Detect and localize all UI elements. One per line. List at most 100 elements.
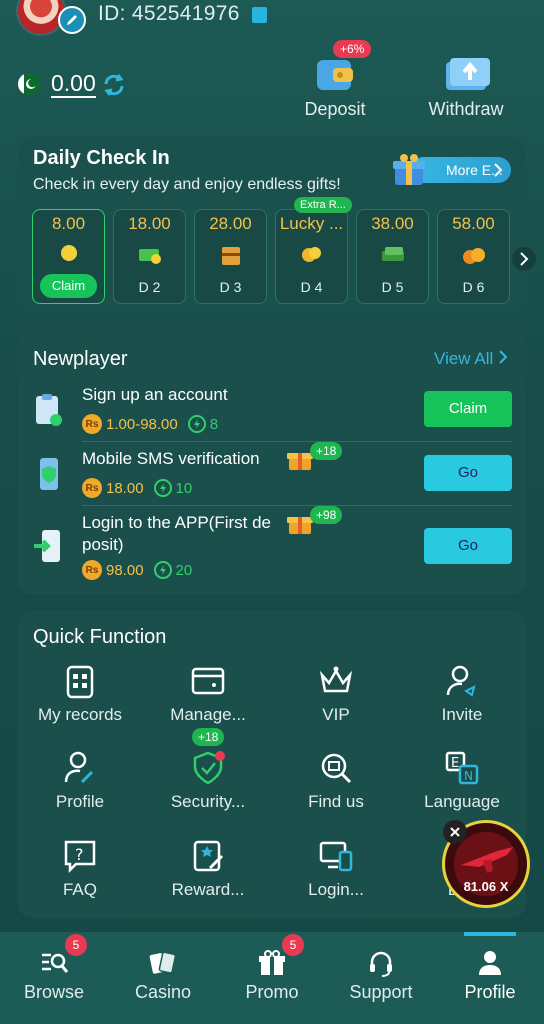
user-id: ID: 452541976 [98,2,240,25]
bonus-badge: +18 [192,728,225,746]
quick-label: Find us [308,792,364,811]
nav-label: Support [349,982,413,1002]
go-login-app-button[interactable]: Go [424,528,512,564]
task-title: Mobile SMS verification [82,449,260,468]
deposit-label: Deposit [304,99,366,119]
nav-badge: 5 [282,934,304,956]
clipboard-icon [36,394,62,426]
reward-cash: 18.00 [106,479,144,497]
quick-label: Profile [55,792,105,811]
active-tab-indicator [464,932,516,936]
chest-icon [221,247,240,265]
nav-browse[interactable]: Browse 5 [0,932,108,1024]
quick-my-records[interactable]: My records [20,663,140,743]
quick-vip[interactable]: VIP [276,663,396,743]
reward-points: 8 [209,415,219,433]
balance-amount[interactable]: 0.00 [51,70,96,98]
bonus-badge: +98 [310,506,343,524]
edit-avatar-icon[interactable] [58,6,86,34]
faq-icon: ? [64,840,96,874]
svg-text:E: E [451,756,459,771]
profile-icon [64,751,94,784]
quick-find-us[interactable]: Find us [276,750,396,830]
rupee-coin-icon: Rs [82,478,102,498]
newplayer-title: Newplayer [33,348,128,370]
quick-function-title: Quick Function [33,626,167,648]
day-amount: Lucky ... [279,214,344,233]
day-label: D 5 [381,279,404,295]
daily-checkin-card: Daily Check In Check in every day and en… [18,137,536,313]
bonus-badge: +18 [310,442,343,460]
withdraw-button[interactable]: Withdraw [411,44,521,124]
checkin-subtitle: Check in every day and enjoy endless gif… [33,176,341,193]
quick-faq[interactable]: ? FAQ [20,838,140,918]
quick-label: My records [37,705,123,724]
checkin-day-5[interactable]: 38.00 D 5 [356,209,429,304]
plane-icon [461,847,513,873]
bolt-icon [187,415,206,433]
quick-label: Reward... [171,880,245,899]
reward-points: 20 [175,561,193,579]
nav-label: Profile [464,982,516,1002]
gift-icon [393,154,425,185]
card-icon [191,667,225,695]
treasure-icon [462,248,485,264]
quick-reward[interactable]: Reward... [148,838,268,918]
day-amount: 8.00 [51,214,86,233]
quick-label: Language [424,792,500,811]
deposit-button[interactable]: Deposit [280,44,390,124]
rupee-coin-icon: Rs [82,560,102,580]
checkin-day-1[interactable]: 8.00 Claim [32,209,105,304]
nav-profile[interactable]: Profile [436,932,544,1024]
quick-invite[interactable]: Invite [402,663,522,743]
task-login-app: Login to the APP(First de posit) +98 Rs … [18,506,526,592]
nav-promo[interactable]: Promo 5 [218,932,326,1024]
shield-icon [193,751,225,785]
task-sms: Mobile SMS verification +18 Rs 18.00 10 … [18,442,526,506]
checkin-day-3[interactable]: 28.00 D 3 [194,209,267,304]
checkin-day-2[interactable]: 18.00 D 2 [113,209,186,304]
view-all-link[interactable]: View All [434,349,508,369]
withdraw-label: Withdraw [428,99,504,119]
chevron-right-icon [494,163,503,177]
deposit-bonus-badge: +6% [333,40,372,58]
day-amount: 18.00 [128,214,171,233]
checkin-next-arrow[interactable] [512,247,536,271]
quick-language[interactable]: EN Language [402,750,522,830]
copy-id-icon[interactable] [252,7,267,23]
view-all-label: View All [434,349,494,368]
quick-profile[interactable]: Profile [20,750,140,830]
task-title: Sign up an account [82,385,228,404]
quick-label: FAQ [62,880,97,899]
gift-icon [259,950,285,975]
nav-casino[interactable]: Casino [109,932,217,1024]
checkin-day-4[interactable]: Extra R... Lucky ... D 4 [275,197,352,304]
day-label: D 6 [462,279,485,295]
phone-shield-icon [40,458,58,490]
nav-support[interactable]: Support [327,932,435,1024]
rupee-coin-icon: Rs [82,414,102,434]
nav-label: Promo [245,982,299,1002]
bolt-icon [153,561,172,579]
close-widget-button[interactable] [443,820,467,844]
profile-header: ID: 452541976 0.00 Deposit +6% Withdraw [0,0,544,130]
wallet-icon [317,60,353,90]
task-title-line1: Login to the APP(First de [82,513,271,532]
checkin-day-6[interactable]: 58.00 D 6 [437,209,510,304]
quick-login-devices[interactable]: Login... [276,838,396,918]
extra-reward-tag: Extra R... [294,197,352,213]
reward-cash: 1.00-98.00 [106,415,178,433]
quick-security[interactable]: Security... +18 [148,728,268,830]
reward-points: 10 [175,479,193,497]
quick-label: Security... [170,792,246,811]
task-title-line2: posit) [82,535,124,554]
svg-text:N: N [464,769,473,783]
find-icon [321,753,352,784]
quick-label: Login... [308,880,364,899]
claim-day-button[interactable]: Claim [40,274,97,298]
refresh-icon[interactable] [101,72,127,103]
claim-signup-button[interactable]: Claim [424,391,512,427]
bolt-icon [153,479,172,497]
task-reward: Rs 98.00 20 [82,560,192,580]
go-sms-button[interactable]: Go [424,455,512,491]
